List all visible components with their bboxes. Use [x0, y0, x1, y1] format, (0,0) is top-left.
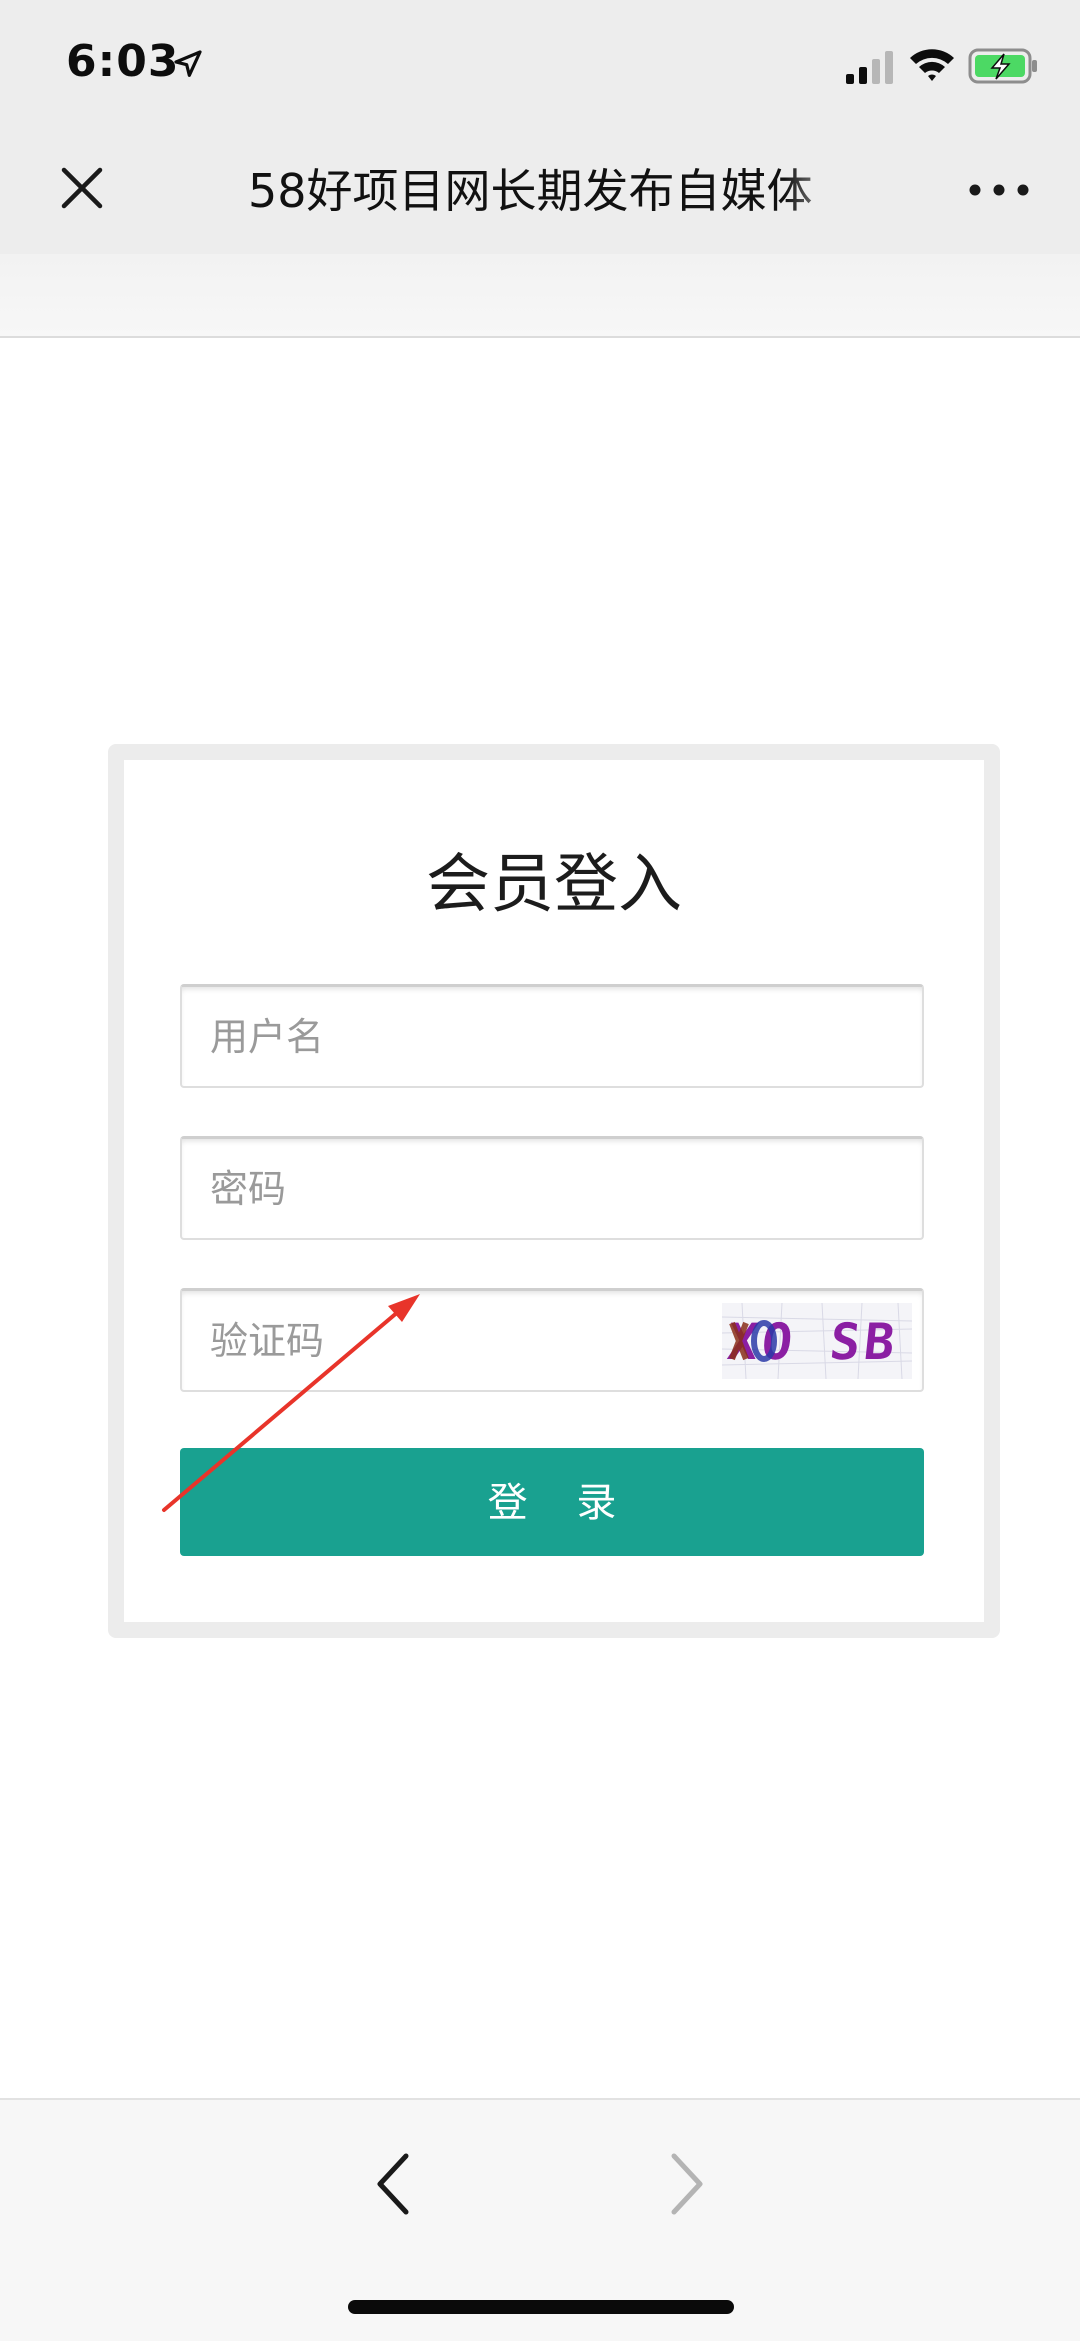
login-panel: 会员登入 XO SB [108, 744, 1000, 1638]
back-button[interactable] [362, 2144, 428, 2224]
forward-button[interactable] [652, 2144, 718, 2224]
username-field [180, 984, 924, 1088]
battery-charging-icon [968, 48, 1037, 84]
username-input[interactable] [210, 987, 890, 1086]
page-title: 58好项目网长期发布自媒体 [248, 164, 813, 218]
login-card: 会员登入 XO SB [124, 760, 984, 1622]
captcha-image[interactable]: XO SB [722, 1303, 912, 1379]
status-time: 6:03 [66, 36, 180, 87]
status-bar: 6:03 [0, 0, 1080, 130]
password-field [180, 1136, 924, 1240]
location-arrow-icon [174, 50, 202, 77]
more-icon [969, 184, 1029, 196]
captcha-field: XO SB [180, 1288, 924, 1392]
chevron-right-icon [671, 2153, 703, 2215]
wifi-icon [910, 49, 954, 81]
captcha-input[interactable] [210, 1291, 690, 1390]
password-input[interactable] [210, 1139, 890, 1238]
close-button[interactable] [50, 156, 114, 220]
login-title: 会员登入 [426, 848, 682, 922]
nav-bar: 58好项目网长期发布自媒体 [0, 130, 1080, 254]
signal-icon [846, 51, 893, 84]
login-button[interactable]: 登 录 [180, 1448, 924, 1556]
page-load-strip [0, 254, 1080, 338]
chevron-left-icon [377, 2153, 409, 2215]
bottom-toolbar [0, 2098, 1080, 2341]
home-indicator[interactable] [348, 2300, 734, 2314]
more-button[interactable] [962, 160, 1036, 220]
close-icon [61, 167, 103, 209]
